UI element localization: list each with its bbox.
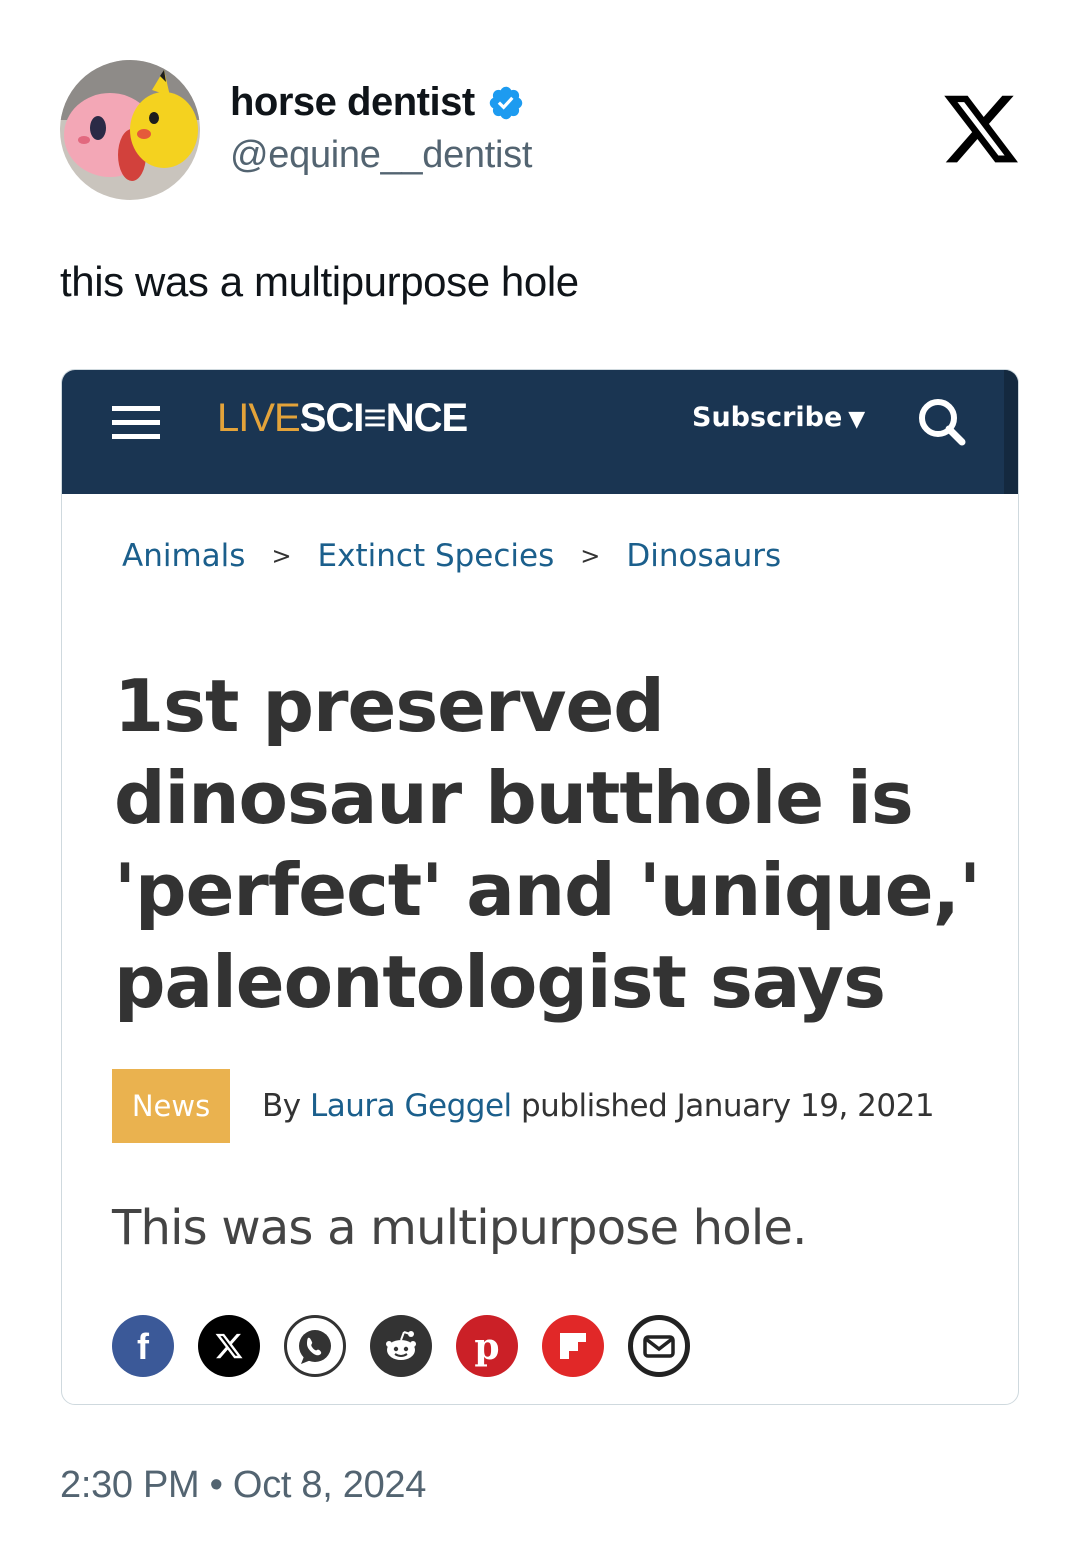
article-headline: 1st preserved dinosaur butthole is 'perf… [114,664,981,1024]
subscribe-button[interactable]: Subscribe ▼ [692,398,865,440]
byline-prefix: By [262,1088,301,1124]
breadcrumb-item-dinosaurs[interactable]: Dinosaurs [626,538,781,574]
whatsapp-icon[interactable] [284,1315,346,1377]
caret-down-icon: ▼ [848,407,866,432]
flipboard-icon[interactable] [542,1315,604,1377]
x-logo-icon[interactable] [940,88,1022,170]
x-icon[interactable] [198,1315,260,1377]
article-standfirst: This was a multipurpose hole. [112,1200,807,1256]
email-icon[interactable] [628,1315,690,1377]
published-date: published January 19, 2021 [521,1088,935,1124]
breadcrumb-item-animals[interactable]: Animals [122,538,245,574]
author-name-row: horse dentist [230,80,525,125]
breadcrumb-separator: > [271,542,292,570]
handle[interactable]: @equine__dentist [230,134,532,177]
breadcrumb-item-extinct-species[interactable]: Extinct Species [318,538,555,574]
byline: By Laura Geggel published January 19, 20… [262,1088,935,1124]
category-badge[interactable]: News [112,1069,230,1143]
svg-text:p: p [474,1326,499,1368]
tweet-text: this was a multipurpose hole [60,258,579,305]
verified-badge-icon[interactable] [487,84,525,122]
article-screenshot[interactable]: LIVESCI≡NCE Subscribe ▼ Animals > Extinct… [61,369,1019,1405]
article-meta: News By Laura Geggel published January 1… [112,1069,935,1143]
reddit-icon[interactable] [370,1315,432,1377]
tweet-timestamp[interactable]: 2:30 PM • Oct 8, 2024 [60,1464,426,1507]
logo-live-text: LIVE [217,396,301,440]
site-nav-bar: LIVESCI≡NCE Subscribe ▼ [62,370,1018,494]
share-buttons: f p [112,1315,714,1377]
pinterest-icon[interactable]: p [456,1315,518,1377]
avatar[interactable] [60,60,200,200]
logo-science-text: SCI≡NCE [299,396,468,440]
author-link[interactable]: Laura Geggel [310,1088,512,1124]
subscribe-label: Subscribe [692,402,843,433]
menu-icon[interactable] [112,402,160,444]
breadcrumb: Animals > Extinct Species > Dinosaurs [122,538,781,574]
facebook-icon[interactable]: f [112,1315,174,1377]
site-logo[interactable]: LIVESCI≡NCE [217,394,468,442]
breadcrumb-separator: > [580,542,601,570]
svg-text:f: f [137,1326,150,1367]
display-name[interactable]: horse dentist [230,80,475,125]
search-icon[interactable] [912,392,972,452]
